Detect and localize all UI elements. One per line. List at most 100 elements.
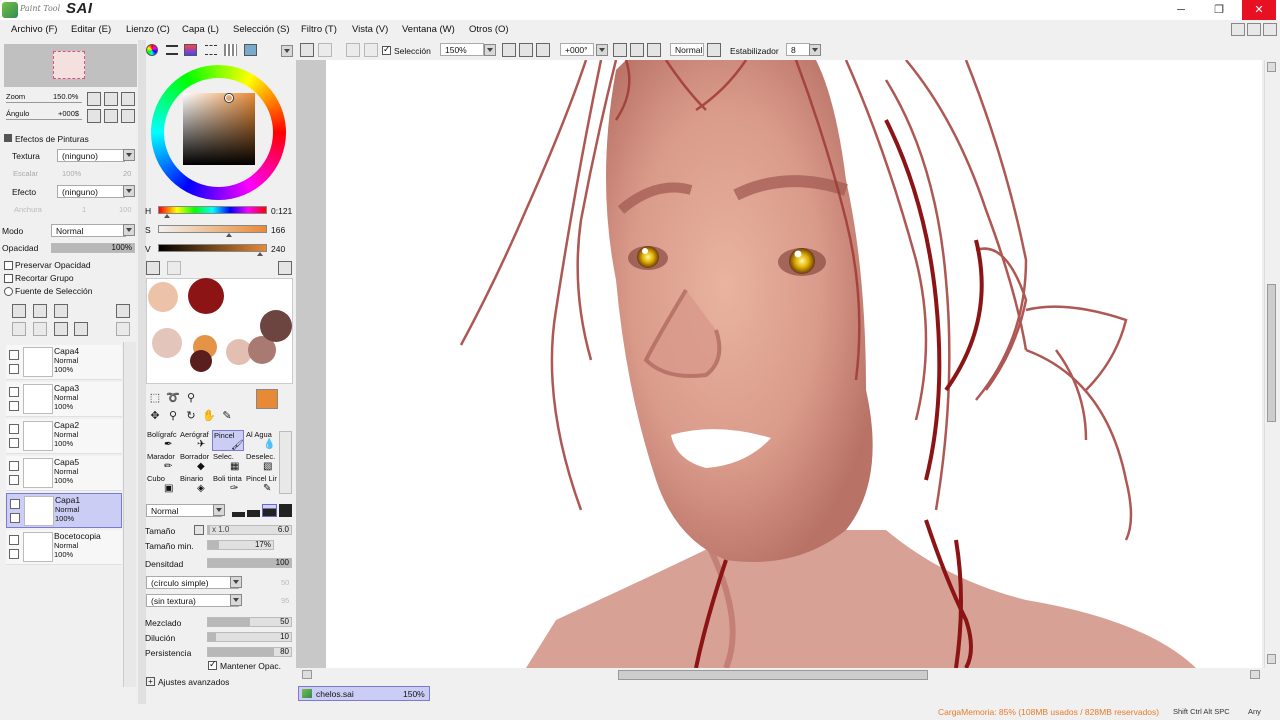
layer-lock-pen-icon[interactable] [9,549,19,559]
persistence-slider[interactable]: 80 [207,647,292,657]
clear-layer-button[interactable] [54,322,68,336]
saturation-value-square[interactable] [183,93,255,165]
brush-tool-5[interactable]: Borrador ◆ [179,452,211,473]
selection-visible-checkbox[interactable] [382,44,391,55]
undo-button[interactable] [300,43,314,57]
brush-tool-6[interactable]: Selec. ▦ [212,452,244,473]
layer-item[interactable]: Capa5 Normal 100% [6,456,122,491]
canvas-horizontal-scrollbar[interactable] [300,668,1264,682]
brush-shape-solid[interactable] [279,504,292,517]
close-button[interactable]: ✕ [1242,0,1276,20]
lasso-icon[interactable]: ➰ [166,391,180,405]
brush-grid-scrollbar[interactable] [279,431,292,494]
vertical-scroll-thumb[interactable] [1267,284,1276,422]
saturation-slider[interactable] [158,225,267,233]
new-folder-button[interactable] [54,304,68,318]
clip-group-checkbox[interactable] [4,274,13,283]
color-swatch[interactable] [152,328,182,358]
eyedropper-icon[interactable]: ✎ [220,409,234,423]
menu-lienzo[interactable]: Lienzo (C) [126,24,170,35]
sv-picker-cursor[interactable] [225,94,233,102]
brush-shape-select[interactable]: (círculo simple) [146,576,239,589]
size-slider[interactable]: x 1.0 6.0 [207,525,292,535]
layer-visibility-eye-icon[interactable] [9,387,19,397]
selection-source-checkbox[interactable] [4,287,13,296]
preserve-opacity-checkbox[interactable] [4,261,13,270]
color-swatch[interactable] [188,278,224,314]
brush-shape-hard[interactable] [262,504,277,517]
effect-dropdown-icon[interactable] [123,185,135,197]
menu-filtro[interactable]: Filtro (T) [301,24,337,35]
menu-otros[interactable]: Otros (O) [469,24,509,35]
mdi-restore-button[interactable] [1247,23,1261,36]
keep-opacity-checkbox[interactable] [208,659,217,670]
mdi-close-button[interactable] [1263,23,1277,36]
drawing-canvas[interactable] [326,60,1262,668]
magic-wand-icon[interactable]: ⚲ [184,391,198,405]
toolbar-mode-button[interactable] [707,43,721,57]
layer-lock-pen-icon[interactable] [9,475,19,485]
brush-blend-select[interactable]: Normal [146,504,222,517]
toolbar-rotate-left-button[interactable] [613,43,627,57]
layer-visibility-eye-icon[interactable] [10,499,20,509]
brush-texture-select[interactable]: (sin textura) [146,594,239,607]
panel-divider[interactable] [138,40,146,705]
rotate-left-button[interactable] [87,109,101,123]
minimize-button[interactable]: ─ [1166,0,1196,20]
effect-select[interactable]: (ninguno) [57,185,125,198]
layer-item[interactable]: Bocetocopia Normal 100% [6,530,122,565]
new-layer-button[interactable] [12,304,26,318]
menu-ventana[interactable]: Ventana (W) [402,24,455,35]
value-marker[interactable] [257,252,264,256]
scratchpad-redo-button[interactable] [167,261,181,275]
menu-capa[interactable]: Capa (L) [182,24,219,35]
rect-select-icon[interactable]: ⬚ [148,391,162,405]
rgb-sliders-toggle-icon[interactable] [166,45,178,55]
texture-select[interactable]: (ninguno) [57,149,125,162]
hue-slider[interactable] [158,206,267,214]
delete-layer-icon[interactable] [74,322,88,336]
color-panel-menu-icon[interactable] [281,45,293,57]
toolbar-zoom-in-button[interactable] [519,43,533,57]
document-tab[interactable]: chelos.sai 150% [298,686,430,701]
toolbar-zoom-out-button[interactable] [502,43,516,57]
angle-slider[interactable] [6,119,82,120]
brush-tool-1[interactable]: Aerógraf ✈ [179,430,211,451]
brush-tool-9[interactable]: Binario ◈ [179,474,211,495]
brush-shape-soft[interactable] [232,504,245,517]
hsv-sliders-toggle-icon[interactable] [184,44,197,56]
layer-lock-pen-icon[interactable] [9,364,19,374]
color-swatch[interactable] [148,282,178,312]
toolbar-zoom-field[interactable]: 150% [440,43,484,56]
blend-slider[interactable]: 50 [207,617,292,627]
scroll-left-button[interactable] [302,670,312,679]
rotate-reset-button[interactable] [121,109,135,123]
move-icon[interactable]: ✥ [148,409,162,423]
menu-editar[interactable]: Editar (E) [71,24,111,35]
stabilizer-field[interactable]: 8 [786,43,810,56]
brush-tool-11[interactable]: Pincel Lir ✎ [245,474,277,495]
menu-vista[interactable]: Vista (V) [352,24,388,35]
stabilizer-dropdown-icon[interactable] [809,44,821,56]
brush-tool-8[interactable]: Cubo ▣ [146,474,178,495]
layer-lock-pen-icon[interactable] [9,438,19,448]
layer-opacity-slider[interactable]: 100% [51,243,135,253]
swatches-toggle-icon[interactable] [224,44,237,56]
scroll-right-button[interactable] [1250,670,1260,679]
scratchpad-undo-button[interactable] [146,261,160,275]
rotate-right-button[interactable] [104,109,118,123]
collapse-icon[interactable] [4,134,12,142]
layer-visibility-eye-icon[interactable] [9,535,19,545]
brush-tool-10[interactable]: Boli tinta ✑ [212,474,244,495]
brush-tool-2[interactable]: Pincel 🖌 [212,430,244,451]
brush-tool-7[interactable]: Deselec. ▧ [245,452,277,473]
color-mixer-toggle-icon[interactable] [205,45,217,55]
rotate-tool-icon[interactable]: ↻ [184,409,198,423]
merge-down-button[interactable] [33,322,47,336]
dilution-slider[interactable]: 10 [207,632,292,642]
brush-shape-medium[interactable] [247,504,260,517]
zoom-in-button[interactable] [104,92,118,106]
color-swatch[interactable] [190,350,212,372]
layer-lock-pen-icon[interactable] [10,513,20,523]
min-size-slider[interactable]: 17% [207,540,274,550]
